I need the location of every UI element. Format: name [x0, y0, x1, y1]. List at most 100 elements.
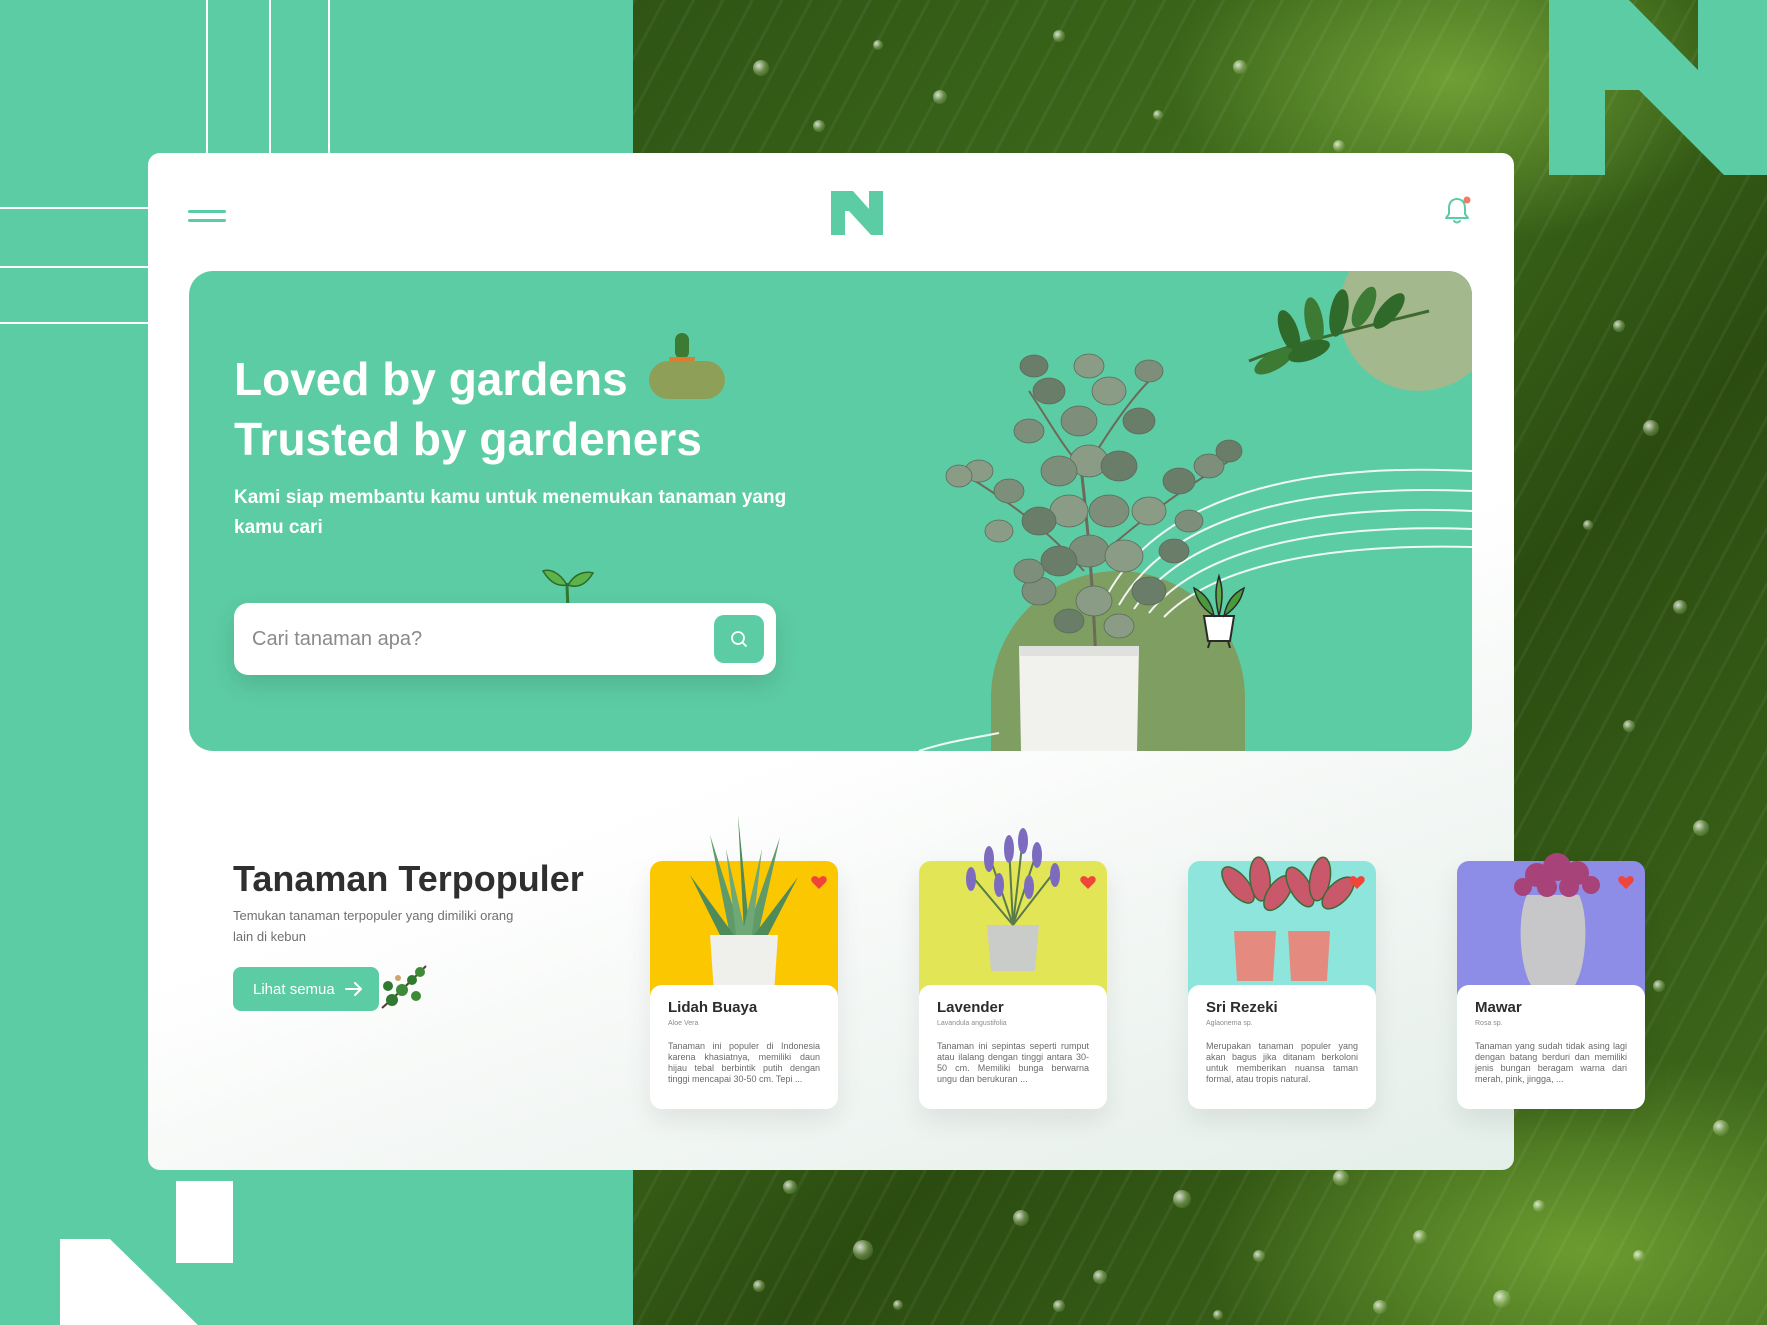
deco-line — [328, 0, 330, 153]
plant-card-body: Sri Rezeki Aglaonema sp. Merupakan tanam… — [1188, 985, 1376, 1109]
plant-card[interactable]: Lavender Lavandula angustifolia Tanaman … — [919, 828, 1107, 1109]
water-drop — [893, 1300, 903, 1310]
water-drop — [1653, 980, 1665, 992]
n-logo-decoration — [0, 1181, 233, 1325]
water-drop — [1153, 110, 1163, 120]
water-drop — [933, 90, 947, 104]
eucalyptus-leaf — [1131, 576, 1167, 606]
plant-latin-name: Lavandula angustifolia — [937, 1020, 1007, 1027]
deco-line — [0, 266, 148, 268]
water-drop — [1373, 1300, 1387, 1314]
eucalyptus-leaf — [1158, 538, 1190, 564]
water-drop — [753, 1280, 765, 1292]
eucalyptus-leaf — [1215, 439, 1243, 463]
water-drop — [873, 40, 883, 50]
hamburger-menu-icon[interactable] — [188, 208, 228, 228]
water-drop — [1693, 820, 1709, 836]
water-drop — [1623, 720, 1635, 732]
plant-name: Lidah Buaya — [668, 999, 758, 1016]
water-drop — [1013, 1210, 1029, 1226]
water-drop — [1053, 30, 1065, 42]
app-window: Loved by gardens Trusted by gardeners Ka… — [148, 153, 1645, 1170]
water-drop — [1533, 1200, 1545, 1212]
water-drop — [1333, 1170, 1349, 1186]
see-all-label: Lihat semua — [253, 980, 335, 998]
n-logo-decoration — [1549, 0, 1767, 175]
eucalyptus-leaf — [1019, 354, 1049, 378]
n-logo-icon[interactable] — [831, 191, 883, 235]
water-drop — [1643, 420, 1659, 436]
search-input[interactable] — [252, 621, 692, 657]
eucalyptus-leaf — [1073, 353, 1105, 379]
plant-latin-name: Aglaonema sp. — [1206, 1020, 1253, 1027]
water-drop — [1613, 320, 1625, 332]
arrow-right-icon — [344, 982, 362, 996]
water-drop — [1213, 1310, 1223, 1320]
plant-description: Tanaman yang sudah tidak asing lagi deng… — [1475, 1041, 1627, 1084]
hero-title-line1: Loved by gardens — [234, 353, 628, 405]
section-subtitle: Temukan tanaman terpopuler yang dimiliki… — [233, 908, 514, 944]
plant-description: Merupakan tanaman populer yang akan bagu… — [1206, 1041, 1358, 1084]
eucalyptus-leaf — [945, 464, 973, 488]
eucalyptus-leaf — [1075, 585, 1113, 617]
plant-description: Tanaman ini populer di Indonesia karena … — [668, 1041, 820, 1084]
water-drop — [1053, 1300, 1065, 1312]
eucalyptus-leaf — [1032, 377, 1066, 405]
water-drop — [1633, 1250, 1645, 1262]
water-drop — [1233, 60, 1247, 74]
eucalyptus-leaf — [1131, 496, 1167, 526]
see-all-button[interactable]: Lihat semua — [233, 967, 379, 1011]
water-drop — [1253, 1250, 1265, 1262]
eucalyptus-leaf — [1134, 359, 1164, 383]
heart-icon[interactable] — [1079, 873, 1097, 891]
water-drop — [1173, 1190, 1191, 1208]
heart-icon[interactable] — [1617, 873, 1635, 891]
deco-line — [0, 207, 148, 209]
eucalyptus-leaf — [1162, 467, 1196, 495]
eucalyptus-leaf — [1103, 613, 1135, 639]
plant-card[interactable]: Sri Rezeki Aglaonema sp. Merupakan tanam… — [1188, 856, 1376, 1109]
hero-title: Loved by gardens Trusted by gardeners — [234, 349, 702, 469]
plant-card[interactable]: Lidah Buaya Aloe Vera Tanaman ini popule… — [650, 815, 838, 1109]
herb-sprig-icon — [381, 965, 427, 1009]
water-drop — [853, 1240, 873, 1260]
water-drop — [1713, 1120, 1729, 1136]
bell-icon[interactable] — [1440, 193, 1474, 227]
search-button[interactable] — [714, 615, 764, 663]
eucalyptus-leaf — [1088, 494, 1130, 528]
eucalyptus-leaf — [1100, 450, 1138, 482]
water-drop — [1333, 140, 1345, 152]
water-drop — [813, 120, 825, 132]
heart-icon[interactable] — [1348, 873, 1366, 891]
eucalyptus-leaf — [1104, 539, 1144, 573]
water-drop — [783, 1180, 797, 1194]
eucalyptus-leaf — [1060, 405, 1098, 437]
section-title: Tanaman Terpopuler — [233, 858, 584, 899]
eucalyptus-leaf — [1013, 418, 1045, 444]
plant-card[interactable]: Mawar Rosa sp. Tanaman yang sudah tidak … — [1457, 853, 1645, 1109]
eucalyptus-leaf — [1021, 506, 1057, 536]
water-drop — [1583, 520, 1593, 530]
plant-description: Tanaman ini sepintas seperti rumput atau… — [937, 1041, 1089, 1084]
cactus-badge — [649, 361, 725, 399]
eucalyptus-leaf — [1040, 455, 1078, 487]
water-drop — [1413, 1230, 1427, 1244]
hero-subtitle: Kami siap membantu kamu untuk menemukan … — [234, 487, 787, 538]
heart-icon[interactable] — [810, 873, 828, 891]
eucalyptus-leaf — [1122, 407, 1156, 435]
eucalyptus-leaf — [1174, 509, 1204, 533]
eucalyptus-leaf — [1053, 608, 1085, 634]
plant-card-body: Lavender Lavandula angustifolia Tanaman … — [919, 985, 1107, 1109]
eucalyptus-leaf — [993, 478, 1025, 504]
plant-latin-name: Rosa sp. — [1475, 1020, 1503, 1027]
water-drop — [1493, 1290, 1511, 1308]
hero-banner: Loved by gardens Trusted by gardeners Ka… — [189, 271, 1472, 751]
water-drop — [1093, 1270, 1107, 1284]
water-drop — [753, 60, 769, 76]
deco-line — [0, 322, 148, 324]
notification-dot — [1463, 196, 1471, 204]
plant-name: Mawar — [1475, 999, 1522, 1016]
plant-latin-name: Aloe Vera — [668, 1020, 699, 1027]
deco-line — [206, 0, 208, 153]
search-icon — [731, 631, 747, 647]
